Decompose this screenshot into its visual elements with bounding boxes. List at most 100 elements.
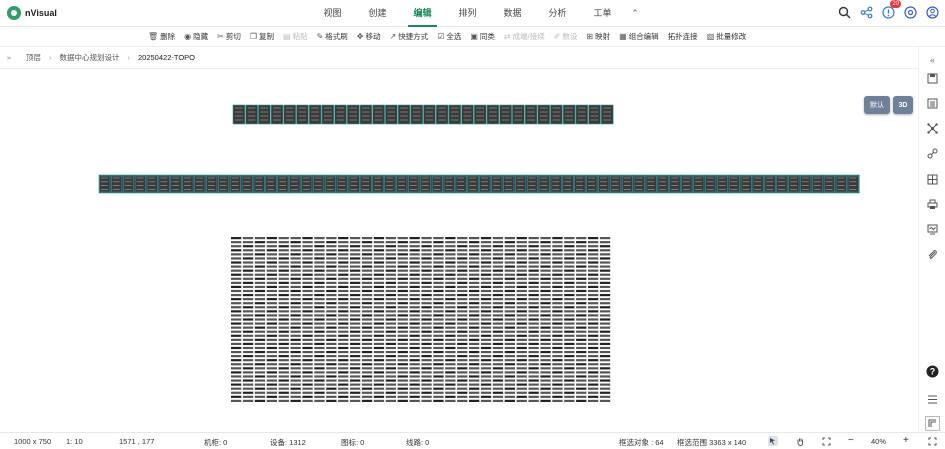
device[interactable] bbox=[528, 253, 539, 256]
device[interactable] bbox=[266, 237, 277, 240]
device[interactable] bbox=[469, 379, 480, 382]
device[interactable] bbox=[552, 326, 563, 329]
device[interactable] bbox=[540, 261, 551, 264]
device[interactable] bbox=[564, 326, 575, 329]
device[interactable] bbox=[242, 306, 254, 309]
device[interactable] bbox=[254, 314, 266, 317]
device[interactable] bbox=[480, 359, 492, 362]
device[interactable] bbox=[588, 342, 599, 346]
device[interactable] bbox=[290, 379, 301, 382]
device[interactable] bbox=[445, 281, 456, 284]
device[interactable] bbox=[480, 399, 492, 402]
device[interactable] bbox=[588, 289, 599, 293]
device[interactable] bbox=[338, 285, 349, 289]
device[interactable] bbox=[302, 375, 313, 378]
device[interactable] bbox=[599, 391, 611, 394]
device[interactable] bbox=[361, 338, 373, 341]
device[interactable] bbox=[528, 395, 539, 398]
device[interactable] bbox=[480, 306, 492, 309]
attach-icon[interactable] bbox=[926, 248, 939, 261]
device[interactable] bbox=[361, 350, 373, 354]
device[interactable] bbox=[302, 277, 313, 280]
device[interactable] bbox=[564, 379, 575, 382]
device[interactable] bbox=[599, 293, 611, 297]
device[interactable] bbox=[457, 391, 468, 394]
device[interactable] bbox=[540, 241, 551, 244]
device[interactable] bbox=[540, 338, 551, 341]
device[interactable] bbox=[599, 355, 611, 358]
device[interactable] bbox=[516, 249, 527, 252]
device[interactable] bbox=[492, 241, 504, 244]
device[interactable] bbox=[504, 273, 515, 276]
device[interactable] bbox=[326, 342, 337, 346]
device[interactable] bbox=[361, 383, 373, 386]
device[interactable] bbox=[492, 379, 504, 382]
device[interactable] bbox=[504, 293, 515, 297]
device[interactable] bbox=[350, 387, 361, 390]
device[interactable] bbox=[528, 241, 539, 244]
device[interactable] bbox=[350, 375, 361, 378]
device[interactable] bbox=[231, 395, 242, 398]
device[interactable] bbox=[528, 318, 539, 321]
device[interactable] bbox=[421, 359, 432, 362]
device[interactable] bbox=[540, 310, 551, 313]
device[interactable] bbox=[433, 298, 444, 301]
device[interactable] bbox=[421, 367, 432, 370]
device[interactable] bbox=[599, 314, 611, 317]
device[interactable] bbox=[254, 346, 266, 350]
device[interactable] bbox=[504, 326, 515, 329]
device[interactable] bbox=[528, 391, 539, 394]
device[interactable] bbox=[373, 367, 385, 370]
device[interactable] bbox=[302, 379, 313, 382]
device[interactable] bbox=[576, 249, 587, 252]
device[interactable] bbox=[492, 269, 504, 272]
device[interactable] bbox=[314, 310, 325, 313]
device[interactable] bbox=[445, 298, 456, 301]
device[interactable] bbox=[338, 330, 349, 333]
device[interactable] bbox=[433, 269, 444, 272]
device[interactable] bbox=[528, 306, 539, 309]
device[interactable] bbox=[338, 379, 349, 382]
device[interactable] bbox=[469, 302, 480, 305]
device[interactable] bbox=[492, 334, 504, 337]
device[interactable] bbox=[480, 387, 492, 390]
device[interactable] bbox=[516, 346, 527, 350]
device[interactable] bbox=[385, 253, 396, 256]
device[interactable] bbox=[504, 391, 515, 394]
device[interactable] bbox=[397, 334, 408, 337]
device[interactable] bbox=[409, 285, 420, 289]
device[interactable] bbox=[278, 310, 289, 313]
device[interactable] bbox=[231, 237, 242, 240]
network-icon[interactable] bbox=[926, 122, 939, 135]
device[interactable] bbox=[302, 387, 313, 390]
device[interactable] bbox=[326, 387, 337, 390]
device[interactable] bbox=[338, 318, 349, 321]
device[interactable] bbox=[231, 273, 242, 276]
device[interactable] bbox=[552, 334, 563, 337]
device[interactable] bbox=[552, 281, 563, 284]
device[interactable] bbox=[480, 379, 492, 382]
device[interactable] bbox=[290, 318, 301, 321]
device[interactable] bbox=[516, 302, 527, 305]
device[interactable] bbox=[326, 334, 337, 337]
device[interactable] bbox=[373, 322, 385, 325]
device[interactable] bbox=[397, 342, 408, 346]
device[interactable] bbox=[421, 249, 432, 252]
device[interactable] bbox=[469, 399, 480, 402]
device[interactable] bbox=[421, 306, 432, 309]
device[interactable] bbox=[457, 273, 468, 276]
device[interactable] bbox=[469, 363, 480, 366]
device[interactable] bbox=[350, 383, 361, 386]
device[interactable] bbox=[338, 293, 349, 297]
device[interactable] bbox=[421, 281, 432, 284]
device[interactable] bbox=[373, 375, 385, 378]
device[interactable] bbox=[599, 306, 611, 309]
device[interactable] bbox=[361, 367, 373, 370]
device[interactable] bbox=[373, 338, 385, 341]
device[interactable] bbox=[278, 371, 289, 374]
device[interactable] bbox=[576, 342, 587, 346]
device[interactable] bbox=[231, 375, 242, 378]
device[interactable] bbox=[492, 391, 504, 394]
device[interactable] bbox=[350, 355, 361, 358]
device[interactable] bbox=[231, 277, 242, 280]
